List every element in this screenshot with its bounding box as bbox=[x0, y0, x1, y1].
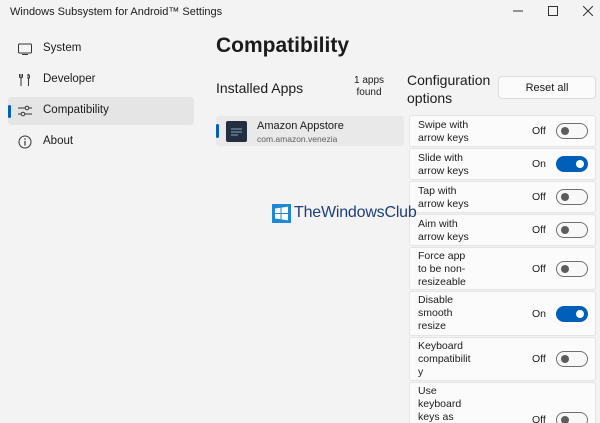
toggle-switch[interactable] bbox=[556, 351, 588, 367]
option-label: Slide with arrow keys bbox=[418, 152, 469, 177]
info-icon bbox=[18, 135, 32, 149]
option-label: Disable smooth resize bbox=[418, 294, 454, 332]
sidebar-item-label: About bbox=[43, 135, 74, 147]
option-force-app-non-resizeable: Force app to be non-resizeable Off bbox=[409, 247, 596, 290]
app-package: com.amazon.venezia bbox=[257, 134, 338, 144]
config-heading-line2: options bbox=[407, 90, 453, 106]
configuration-options-heading: Configuration options bbox=[407, 71, 497, 107]
option-swipe-with-arrow-keys: Swipe with arrow keys Off bbox=[409, 115, 596, 147]
app-list-item[interactable]: Amazon Appstore com.amazon.venezia bbox=[216, 116, 404, 146]
option-label: Use keyboard keys as bbox=[418, 385, 462, 423]
amazon-appstore-icon bbox=[226, 121, 247, 142]
toggle-switch[interactable] bbox=[556, 156, 588, 172]
option-state: Off bbox=[532, 191, 546, 203]
option-label: Force app to be non-resizeable bbox=[418, 250, 466, 288]
option-keyboard-compatibility: Keyboard compatibilit y Off bbox=[409, 337, 596, 381]
watermark: TheWindowsClub bbox=[272, 202, 417, 224]
windows-club-logo-icon bbox=[272, 203, 291, 223]
apps-count-line1: 1 apps bbox=[353, 75, 385, 86]
toggle-switch[interactable] bbox=[556, 222, 588, 238]
option-use-keyboard-keys: Use keyboard keys as Off bbox=[409, 382, 596, 423]
sliders-icon bbox=[18, 105, 32, 117]
toggle-switch[interactable] bbox=[556, 123, 588, 139]
toggle-switch[interactable] bbox=[556, 261, 588, 277]
installed-apps-heading: Installed Apps bbox=[216, 80, 304, 96]
config-heading-line1: Configuration bbox=[407, 72, 491, 88]
option-label: Swipe with arrow keys bbox=[418, 119, 469, 144]
minimize-icon bbox=[513, 10, 523, 12]
minimize-button[interactable] bbox=[498, 0, 538, 22]
option-state: Off bbox=[532, 263, 546, 275]
option-state: Off bbox=[532, 414, 546, 423]
app-name: Amazon Appstore bbox=[257, 120, 344, 132]
selection-indicator bbox=[8, 105, 11, 118]
apps-count-line2: found bbox=[356, 87, 382, 98]
option-state: On bbox=[532, 308, 547, 320]
option-aim-with-arrow-keys: Aim with arrow keys Off bbox=[409, 214, 596, 246]
toggle-switch[interactable] bbox=[556, 306, 588, 322]
option-state: Off bbox=[532, 125, 546, 137]
maximize-button[interactable] bbox=[533, 0, 573, 22]
selection-indicator bbox=[216, 124, 219, 138]
sidebar-item-developer[interactable]: Developer bbox=[8, 66, 194, 94]
maximize-icon bbox=[548, 6, 558, 16]
option-slide-with-arrow-keys: Slide with arrow keys On bbox=[409, 148, 596, 180]
sidebar-item-compatibility[interactable]: Compatibility bbox=[8, 97, 194, 125]
watermark-text: TheWindowsClub bbox=[294, 204, 417, 221]
option-label: Tap with arrow keys bbox=[418, 185, 469, 210]
sidebar-item-about[interactable]: About bbox=[8, 128, 194, 156]
option-disable-smooth-resize: Disable smooth resize On bbox=[409, 291, 596, 336]
option-tap-with-arrow-keys: Tap with arrow keys Off bbox=[409, 181, 596, 213]
reset-all-button[interactable]: Reset all bbox=[498, 76, 596, 99]
close-icon bbox=[583, 6, 593, 16]
tools-icon bbox=[19, 73, 31, 86]
sidebar-item-label: Developer bbox=[43, 73, 96, 85]
toggle-switch[interactable] bbox=[556, 412, 588, 423]
title-bar: Windows Subsystem for Android™ Settings bbox=[0, 0, 600, 24]
window-title: Windows Subsystem for Android™ Settings bbox=[10, 6, 223, 18]
option-state: Off bbox=[532, 353, 546, 365]
option-label: Aim with arrow keys bbox=[418, 218, 469, 243]
option-label: Keyboard compatibilit y bbox=[418, 340, 471, 378]
sidebar-item-label: System bbox=[43, 42, 82, 54]
sidebar-item-system[interactable]: System bbox=[8, 35, 194, 63]
option-state: Off bbox=[532, 224, 546, 236]
option-state: On bbox=[532, 158, 547, 170]
toggle-switch[interactable] bbox=[556, 189, 588, 205]
close-button[interactable] bbox=[568, 0, 600, 22]
monitor-icon bbox=[18, 43, 32, 55]
sidebar-item-label: Compatibility bbox=[43, 104, 109, 116]
apps-count: 1 apps found bbox=[348, 75, 390, 99]
page-title: Compatibility bbox=[216, 34, 350, 57]
